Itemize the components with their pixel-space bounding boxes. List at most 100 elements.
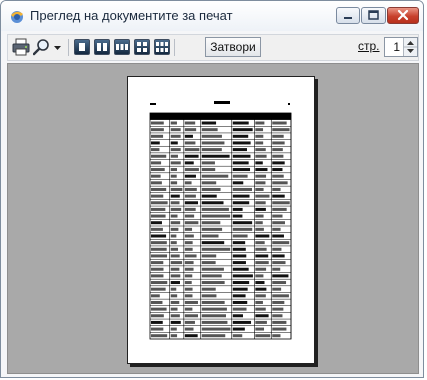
table-cell-text — [255, 227, 264, 231]
table-cell-text — [272, 267, 281, 271]
page-number-value[interactable]: 1 — [393, 40, 400, 54]
dropdown-arrow-icon[interactable] — [53, 38, 62, 56]
table-cell-text — [170, 261, 183, 265]
page-thumbnail[interactable] — [127, 76, 315, 364]
table-cell-text — [232, 194, 250, 198]
table-cell-text — [272, 327, 287, 331]
table-cell-text — [201, 327, 231, 331]
preview-area[interactable] — [7, 63, 419, 374]
table-cell-text — [201, 154, 230, 158]
table-cell-text — [272, 334, 281, 338]
table-cell-text — [151, 227, 163, 231]
table-cell-text — [232, 187, 252, 191]
table-cell-text — [170, 207, 182, 211]
table-cell-text — [151, 294, 160, 298]
table-cell-text — [151, 221, 162, 225]
table-cell-text — [151, 161, 162, 165]
table-cell-text — [255, 128, 264, 132]
table-cell-text — [232, 168, 251, 172]
table-cell-text — [255, 201, 266, 205]
table-cell-text — [151, 141, 160, 145]
table-cell-text — [201, 274, 222, 278]
table-cell-text — [170, 274, 181, 278]
table-cell-text — [232, 214, 243, 218]
table-cell-text — [170, 168, 178, 172]
six-pages-icon — [156, 42, 168, 52]
spin-arrows-icon[interactable] — [404, 38, 417, 56]
table-cell-text — [255, 267, 267, 271]
close-window-button[interactable] — [387, 7, 419, 24]
table-cell-text — [232, 254, 247, 258]
six-pages-button[interactable] — [154, 39, 170, 55]
table-cell-text — [170, 161, 181, 165]
table-cell-text — [201, 300, 225, 304]
table-cell-text — [151, 121, 164, 125]
one-page-button[interactable] — [74, 39, 90, 55]
table-cell-text — [170, 314, 180, 318]
table-cell-text — [170, 121, 177, 125]
table-cell-text — [170, 214, 178, 218]
table-cell-text — [170, 201, 180, 205]
minimize-button[interactable] — [336, 7, 360, 24]
table-cell-text — [170, 174, 177, 178]
table-cell-text — [151, 174, 161, 178]
table-cell-text — [232, 287, 248, 291]
table-cell-text — [184, 327, 194, 331]
close-preview-button[interactable]: Затвори — [205, 37, 261, 57]
table-cell-text — [232, 181, 244, 185]
table-cell-text — [255, 300, 263, 304]
table-cell-text — [201, 254, 217, 258]
table-cell-text — [232, 221, 253, 225]
table-cell-text — [184, 241, 193, 245]
two-pages-icon — [97, 43, 107, 51]
table-cell-text — [272, 128, 290, 132]
page-spin-buttons[interactable] — [403, 38, 417, 56]
table-cell-text — [232, 148, 247, 152]
table-cell-text — [272, 154, 284, 158]
table-cell-text — [170, 294, 178, 298]
toolbar-separator — [174, 39, 175, 56]
table-cell-text — [232, 154, 251, 158]
page-number-stepper[interactable]: 1 — [384, 37, 418, 57]
table-cell-text — [184, 148, 200, 152]
table-cell-text — [272, 161, 285, 165]
table-cell-text — [151, 128, 164, 132]
table-cell-text — [255, 214, 264, 218]
table-cell-text — [184, 207, 196, 211]
table-cell-text — [184, 187, 197, 191]
table-cell-text — [255, 181, 266, 185]
table-cell-text — [184, 254, 197, 258]
table-cell-text — [201, 247, 231, 251]
table-cell-text — [151, 307, 167, 311]
table-cell-text — [255, 261, 269, 265]
table-cell-text — [184, 168, 199, 172]
table-cell-text — [201, 234, 219, 238]
table-cell-text — [255, 287, 267, 291]
table-cell-text — [232, 241, 246, 245]
table-cell-text — [184, 261, 194, 265]
table-cell-text — [255, 294, 266, 298]
title-bar[interactable]: Преглед на документите за печат — [1, 1, 423, 31]
table-cell-text — [184, 287, 193, 291]
table-cell-text — [272, 141, 285, 145]
table-cell-text — [184, 181, 192, 185]
table-cell-text — [232, 261, 246, 265]
printer-icon[interactable] — [12, 38, 30, 56]
table-cell-text — [170, 128, 181, 132]
table-cell-text — [255, 154, 267, 158]
document-page — [149, 101, 292, 340]
table-cell-text — [272, 234, 284, 238]
maximize-button[interactable] — [361, 7, 386, 24]
four-pages-button[interactable] — [134, 39, 150, 55]
table-cell-text — [170, 221, 181, 225]
table-cell-text — [151, 181, 162, 185]
table-cell-text — [255, 281, 265, 285]
table-cell-text — [232, 207, 243, 211]
table-cell-text — [255, 221, 263, 225]
table-cell-text — [170, 148, 181, 152]
table-cell-text — [232, 300, 248, 304]
table-cell-text — [232, 327, 245, 331]
three-pages-button[interactable] — [114, 39, 130, 55]
two-pages-button[interactable] — [94, 39, 110, 55]
zoom-icon[interactable] — [33, 38, 51, 56]
